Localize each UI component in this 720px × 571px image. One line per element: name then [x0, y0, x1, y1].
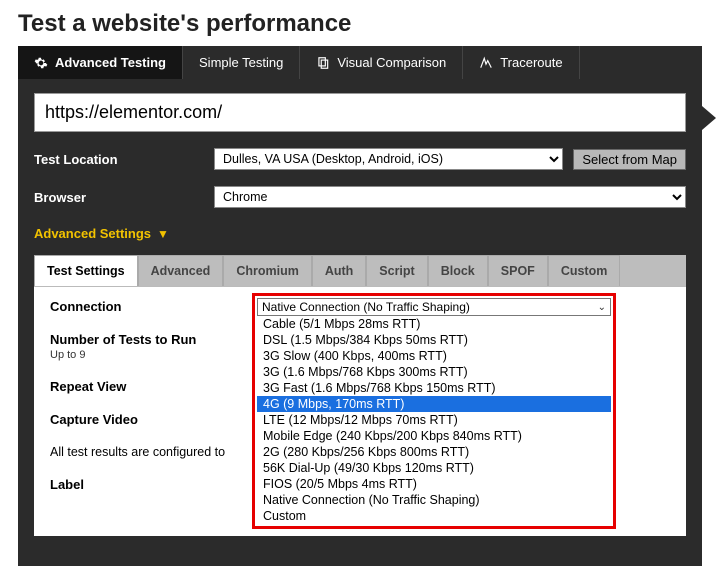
inner-tab-test-settings[interactable]: Test Settings	[34, 255, 138, 286]
inner-tabs: Test SettingsAdvancedChromiumAuthScriptB…	[34, 255, 686, 287]
connection-option[interactable]: 2G (280 Kbps/256 Kbps 800ms RTT)	[257, 444, 611, 460]
select-from-map-button[interactable]: Select from Map	[573, 149, 686, 170]
inner-tab-spof[interactable]: SPOF	[488, 255, 548, 286]
connection-option[interactable]: 56K Dial-Up (49/30 Kbps 120ms RTT)	[257, 460, 611, 476]
connection-option[interactable]: Mobile Edge (240 Kbps/200 Kbps 840ms RTT…	[257, 428, 611, 444]
top-tab-advanced-testing[interactable]: Advanced Testing	[18, 46, 183, 79]
browser-row: Browser Chrome	[34, 186, 686, 208]
copy-icon	[316, 56, 330, 70]
num-tests-label: Number of Tests to Run Up to 9	[50, 332, 220, 361]
connection-option[interactable]: Cable (5/1 Mbps 28ms RTT)	[257, 316, 611, 332]
connection-option[interactable]: DSL (1.5 Mbps/384 Kbps 50ms RTT)	[257, 332, 611, 348]
inner-tab-chromium[interactable]: Chromium	[223, 255, 312, 286]
connection-label: Connection	[50, 299, 220, 314]
advanced-panel: Test SettingsAdvancedChromiumAuthScriptB…	[34, 255, 686, 536]
connection-option[interactable]: FIOS (20/5 Mbps 4ms RTT)	[257, 476, 611, 492]
url-input[interactable]	[34, 93, 686, 132]
gear-icon	[34, 56, 48, 70]
connection-option[interactable]: 3G Slow (400 Kbps, 400ms RTT)	[257, 348, 611, 364]
chevron-down-icon: ⌄	[598, 302, 606, 313]
connection-option[interactable]: Native Connection (No Traffic Shaping)	[257, 492, 611, 508]
location-label: Test Location	[34, 152, 204, 167]
location-row: Test Location Dulles, VA USA (Desktop, A…	[34, 148, 686, 170]
capture-video-label: Capture Video	[50, 412, 220, 427]
top-tabs: Advanced Testing Simple Testing Visual Com…	[18, 46, 702, 79]
connection-option[interactable]: 3G (1.6 Mbps/768 Kbps 300ms RTT)	[257, 364, 611, 380]
connection-option[interactable]: 3G Fast (1.6 Mbps/768 Kbps 150ms RTT)	[257, 380, 611, 396]
connection-options-list: Cable (5/1 Mbps 28ms RTT)DSL (1.5 Mbps/3…	[257, 316, 611, 524]
top-tab-traceroute[interactable]: Traceroute	[463, 46, 579, 79]
chevron-down-icon: ▼	[157, 227, 169, 241]
main-shell: Advanced Testing Simple Testing Visual Com…	[18, 46, 702, 566]
top-tab-label: Advanced Testing	[55, 55, 166, 70]
browser-select[interactable]: Chrome	[214, 186, 686, 208]
inner-tab-block[interactable]: Block	[428, 255, 488, 286]
page-title: Test a website's performance	[0, 0, 720, 46]
browser-label: Browser	[34, 190, 204, 205]
connection-select[interactable]: Native Connection (No Traffic Shaping) ⌄	[257, 298, 611, 316]
connection-option[interactable]: 4G (9 Mbps, 170ms RTT)	[257, 396, 611, 412]
label-label: Label	[50, 477, 220, 492]
inner-tab-advanced[interactable]: Advanced	[138, 255, 224, 286]
config-body: Test Location Dulles, VA USA (Desktop, A…	[18, 79, 702, 566]
top-tab-visual-comparison[interactable]: Visual Comparison	[300, 46, 463, 79]
top-tab-label: Simple Testing	[199, 55, 283, 70]
location-select[interactable]: Dulles, VA USA (Desktop, Android, iOS)	[214, 148, 563, 170]
advanced-settings-toggle[interactable]: Advanced Settings ▼	[34, 226, 169, 241]
route-icon	[479, 56, 493, 70]
inner-tab-script[interactable]: Script	[366, 255, 427, 286]
top-tab-label: Traceroute	[500, 55, 562, 70]
pointer-arrow	[702, 106, 716, 130]
num-tests-sublabel: Up to 9	[50, 349, 220, 361]
inner-tab-auth[interactable]: Auth	[312, 255, 366, 286]
advanced-settings-label: Advanced Settings	[34, 226, 151, 241]
repeat-view-label: Repeat View	[50, 379, 220, 394]
top-tab-label: Visual Comparison	[337, 55, 446, 70]
connection-selected-value: Native Connection (No Traffic Shaping)	[262, 300, 470, 314]
connection-option[interactable]: LTE (12 Mbps/12 Mbps 70ms RTT)	[257, 412, 611, 428]
test-settings-body: Native Connection (No Traffic Shaping) ⌄…	[34, 287, 686, 536]
inner-tab-custom[interactable]: Custom	[548, 255, 621, 286]
connection-option[interactable]: Custom	[257, 508, 611, 524]
top-tab-simple-testing[interactable]: Simple Testing	[183, 46, 300, 79]
connection-dropdown-open: Native Connection (No Traffic Shaping) ⌄…	[252, 293, 616, 529]
